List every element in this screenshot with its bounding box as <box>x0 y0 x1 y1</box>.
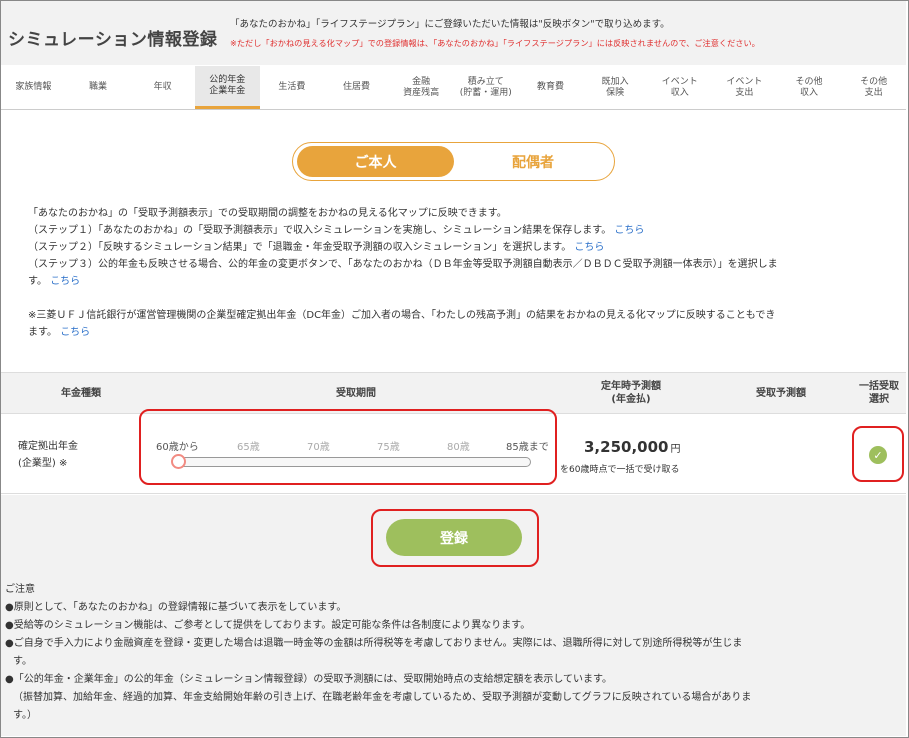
instruction-step3: （ステップ３）公的年金も反映させる場合、公的年金の変更ボタンで、「あなたのおかね… <box>28 259 778 270</box>
tab-occupation[interactable]: 職業 <box>66 66 131 109</box>
tick-label: 75歳 <box>377 442 400 453</box>
retire-amount: 3,250,000 円 <box>584 438 681 456</box>
category-tabs: 家族情報 職業 年収 公的年金 企業年金 生活費 住居費 金融 資産残高 積み立… <box>1 66 906 110</box>
caution-item: （振替加算、加給年金、経過的加算、年金支給開始年齢の引き上げ、在職老齢年金を考慮… <box>13 692 752 703</box>
header-warning: ※ただし「おかねの見える化マップ」での登録情報は、「あなたのおかね」「ライフステ… <box>230 38 760 48</box>
slider-ticks: 60歳から 65歳 70歳 75歳 80歳 85歳まで <box>156 438 554 453</box>
caution-item: ●受給等のシミュレーション機能は、ご参考として提供をしております。設定可能な条件… <box>5 620 531 631</box>
link-step3[interactable]: こちら <box>50 276 80 287</box>
caution-item: す。 <box>13 656 32 667</box>
check-icon: ✓ <box>873 448 883 462</box>
amount-note: を60歳時点で一括で受け取る <box>560 465 680 475</box>
person-toggle: ご本人 配偶者 <box>292 142 615 181</box>
spouse-toggle-button[interactable]: 配偶者 <box>458 146 608 177</box>
header-period: 受取期間 <box>336 388 376 399</box>
header-lump-sum: 一括受取 選択 <box>859 381 899 405</box>
tab-family[interactable]: 家族情報 <box>1 66 66 109</box>
instruction-step2: （ステップ２）「反映するシミュレーション結果」で「退職金・年金受取予測額の収入シ… <box>28 242 605 253</box>
instructions: 「あなたのおかね」の「受取予測額表示」での受取期間の調整をおかねの見える化マップ… <box>28 205 888 341</box>
tab-education[interactable]: 教育費 <box>518 66 583 109</box>
tick-label: 65歳 <box>237 442 260 453</box>
tick-label: 80歳 <box>447 442 470 453</box>
pension-type-label: 確定拠出年金 (企業型) ※ <box>18 441 78 469</box>
tick-label: 85歳まで <box>506 442 549 453</box>
period-slider-track[interactable] <box>176 457 531 467</box>
period-slider-handle[interactable] <box>171 454 186 469</box>
tab-financial-assets[interactable]: 金融 資産残高 <box>389 66 454 109</box>
link-step1[interactable]: こちら <box>614 225 644 236</box>
tab-other-income[interactable]: その他 収入 <box>777 66 842 109</box>
instruction-step3-cont: す。 こちら <box>28 276 81 287</box>
caution-item: ●ご自身で手入力により金融資産を登録・変更した場合は退職一時金等の金額は所得税等… <box>5 638 743 649</box>
link-step2[interactable]: こちら <box>574 242 604 253</box>
tick-label: 70歳 <box>307 442 330 453</box>
tab-pension[interactable]: 公的年金 企業年金 <box>194 66 260 109</box>
page-title: シミュレーション情報登録 <box>8 30 218 50</box>
tab-living-cost[interactable]: 生活費 <box>260 66 325 109</box>
tab-housing[interactable]: 住居費 <box>324 66 389 109</box>
instruction-note: ※三菱ＵＦＪ信託銀行が運営管理機関の企業型確定拠出年金（DC年金）ご加入者の場合… <box>28 310 776 321</box>
caution-section: ご注意 ●原則として、「あなたのおかね」の登録情報に基づいて表示をしています。 … <box>5 581 903 725</box>
table-header: 年金種類 受取期間 定年時予測額 (年金払) 受取予測額 一括受取 選択 <box>1 372 906 414</box>
caution-item: す。） <box>13 710 37 721</box>
register-button[interactable]: 登録 <box>386 519 522 556</box>
tab-insurance[interactable]: 既加入 保険 <box>583 66 648 109</box>
tab-event-expense[interactable]: イベント 支出 <box>712 66 777 109</box>
link-note[interactable]: こちら <box>60 327 90 338</box>
instruction-line: 「あなたのおかね」の「受取予測額表示」での受取期間の調整をおかねの見える化マップ… <box>28 208 507 219</box>
caution-item: ●「公的年金・企業年金」の公的年金（シミュレーション情報登録）の受取予測額には、… <box>5 674 613 685</box>
header-receive-amount: 受取予測額 <box>756 388 806 399</box>
tab-other-expense[interactable]: その他 支出 <box>841 66 906 109</box>
header-pension-type: 年金種類 <box>61 388 101 399</box>
tab-event-income[interactable]: イベント 収入 <box>647 66 712 109</box>
tab-income[interactable]: 年収 <box>130 66 195 109</box>
tick-label: 60歳から <box>156 442 199 453</box>
lump-sum-checkbox[interactable]: ✓ <box>869 446 887 464</box>
header-message: 「あなたのおかね」「ライフステージプラン」にご登録いただいた情報は"反映ボタン"… <box>230 19 670 30</box>
caution-item: ●原則として、「あなたのおかね」の登録情報に基づいて表示をしています。 <box>5 602 347 613</box>
page-header: シミュレーション情報登録 「あなたのおかね」「ライフステージプラン」にご登録いた… <box>1 1 906 65</box>
caution-title: ご注意 <box>5 584 35 595</box>
instruction-step1: （ステップ１）「あなたのおかね」の「受取予測額表示」で収入シミュレーションを実施… <box>28 225 645 236</box>
tab-savings[interactable]: 積み立て (貯蓄・運用) <box>453 66 518 109</box>
self-toggle-button[interactable]: ご本人 <box>297 146 454 177</box>
instruction-note-cont: ます。 こちら <box>28 327 91 338</box>
header-retire-amount: 定年時予測額 (年金払) <box>601 381 661 405</box>
